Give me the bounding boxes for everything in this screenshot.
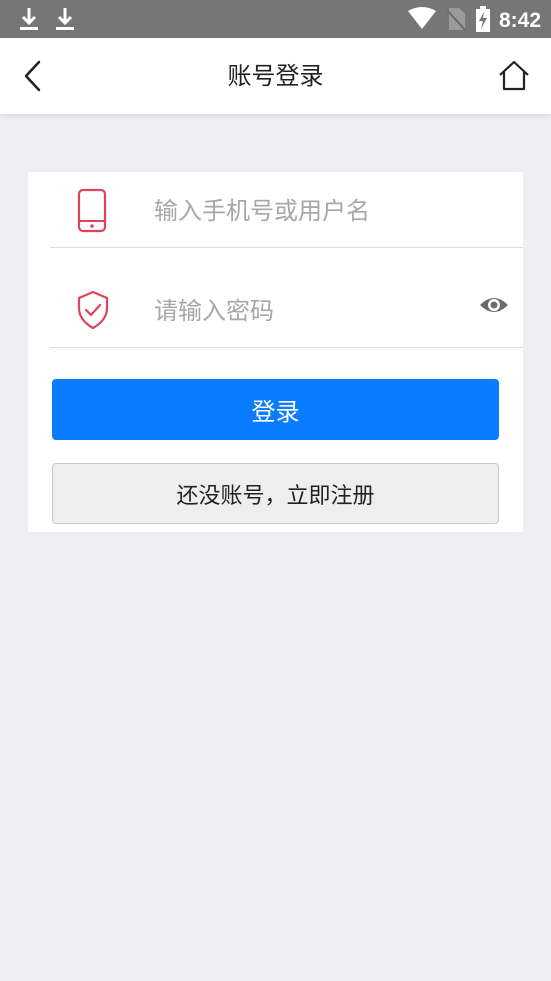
system-icons: 8:42 [407,6,541,36]
login-card: 登录 还没账号，立即注册 [28,172,523,532]
clock: 8:42 [498,9,541,32]
status-bar: 8:42 [0,0,551,38]
wifi-icon [407,7,437,35]
username-row [50,172,523,248]
home-button[interactable] [495,56,533,96]
notification-icons [18,6,76,32]
register-button[interactable]: 还没账号，立即注册 [52,463,499,524]
login-button[interactable]: 登录 [52,379,499,440]
page-title: 账号登录 [227,62,324,90]
download-icon [54,6,76,32]
battery-charging-icon [475,6,491,36]
no-sim-icon [445,6,467,36]
password-row [50,272,523,348]
username-input[interactable] [152,190,473,232]
download-icon [18,6,40,32]
eye-icon[interactable] [479,294,509,316]
phone-icon [76,188,108,233]
shield-check-icon [76,290,109,330]
home-icon [499,60,529,91]
header: 账号登录 [0,38,551,114]
password-input[interactable] [152,290,473,332]
